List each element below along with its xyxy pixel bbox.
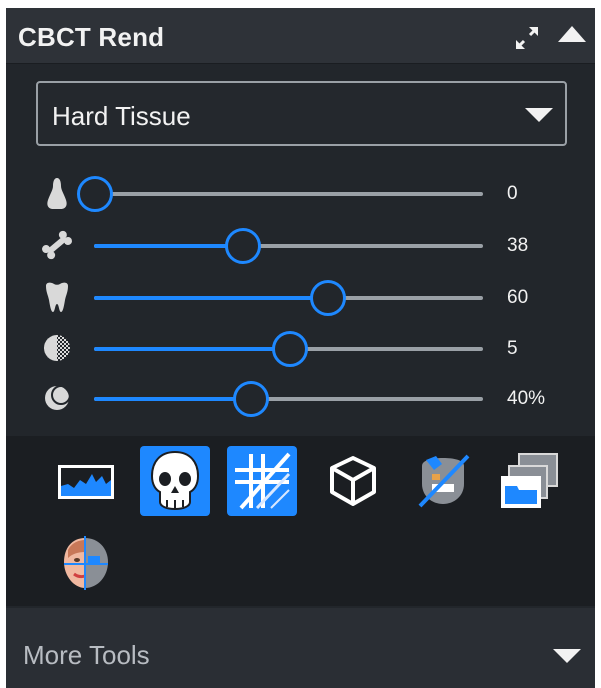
slider-contrast: 5 [6,329,595,369]
slider-value: 60 [507,287,529,308]
slider-track[interactable] [94,228,483,264]
bone-icon [42,230,72,260]
window-stack-icon [501,453,558,508]
slider-thumb[interactable] [310,280,346,316]
panel-header: CBCT Rend [6,8,595,64]
slider-thumb[interactable] [233,381,269,417]
3d-cube-icon [330,456,376,506]
soft-tissue-icon [47,178,67,209]
slider-thumb[interactable] [225,228,261,264]
face-overlay-icon [64,536,108,590]
slider-fill [94,296,327,300]
slider-track[interactable] [77,176,483,212]
render-toolbar [6,436,595,606]
slider-fill [94,244,242,248]
preset-selected-value: Hard Tissue [52,101,191,131]
image-histogram-button[interactable] [50,446,120,516]
chevron-down-icon [525,108,553,122]
opacity-icon [45,385,71,410]
more-tools-label: More Tools [23,640,150,670]
slider-track[interactable] [94,331,483,367]
window-stack-button[interactable] [495,446,565,516]
expand-icon[interactable] [514,25,540,51]
skull-button[interactable] [140,446,210,516]
mask-removal-icon [418,454,470,508]
slider-thumb[interactable] [77,176,113,212]
tooth-icon [46,282,68,312]
contrast-icon [44,335,70,361]
slice-grid-icon [235,452,291,510]
image-histogram-icon [58,465,114,499]
slider-bone: 38 [6,226,595,266]
slider-thumb[interactable] [272,331,308,367]
slider-tooth: 60 [6,278,595,318]
panel-title: CBCT Rend [18,22,165,52]
slice-grid-button[interactable] [227,446,297,516]
preset-dropdown[interactable]: Hard Tissue [36,81,567,146]
slider-value: 38 [507,235,529,256]
slider-soft-tissue: 0 [6,174,595,214]
more-tools-section[interactable]: More Tools [6,608,595,688]
collapse-panel-icon[interactable] [556,22,588,46]
3d-cube-button[interactable] [318,446,388,516]
mask-removal-button[interactable] [408,446,478,516]
slider-track[interactable] [94,280,483,316]
slider-track[interactable] [94,381,483,417]
chevron-down-icon[interactable] [552,648,582,664]
slider-opacity: 40% [6,379,595,419]
slider-value: 5 [507,338,518,359]
slider-value: 0 [507,183,518,204]
skull-icon [150,450,200,511]
face-overlay-button[interactable] [50,528,120,598]
cbct-render-panel: CBCT Rend Hard Tissue 0 38 60 5 40% More… [6,8,595,688]
slider-fill [94,397,250,401]
slider-value: 40% [507,388,546,409]
slider-fill [94,347,289,351]
